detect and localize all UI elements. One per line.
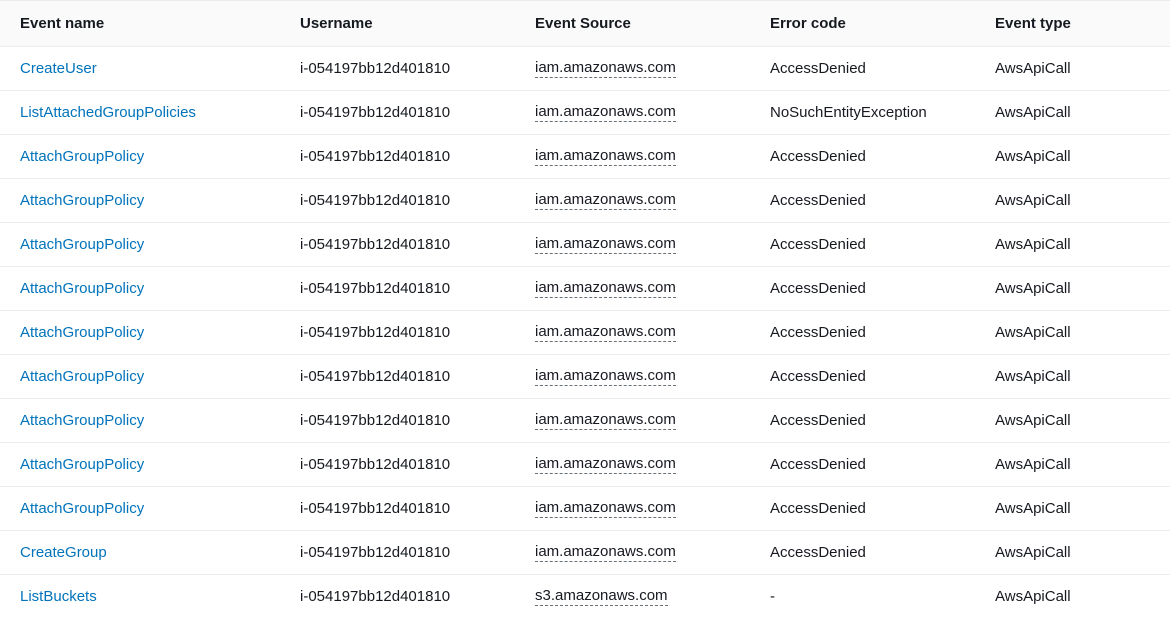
- table-header-row: Event name Username Event Source Error c…: [0, 1, 1170, 47]
- event-type-cell: AwsApiCall: [975, 487, 1170, 531]
- username-cell: i-054197bb12d401810: [280, 443, 515, 487]
- event-name-link[interactable]: AttachGroupPolicy: [20, 368, 144, 385]
- username-cell: i-054197bb12d401810: [280, 399, 515, 443]
- event-type-cell: AwsApiCall: [975, 355, 1170, 399]
- event-type-cell: AwsApiCall: [975, 47, 1170, 91]
- event-name-link[interactable]: AttachGroupPolicy: [20, 280, 144, 297]
- col-header-username[interactable]: Username: [280, 1, 515, 47]
- error-code-cell: AccessDenied: [750, 487, 975, 531]
- col-header-event-name[interactable]: Event name: [0, 1, 280, 47]
- event-source-value[interactable]: iam.amazonaws.com: [535, 499, 676, 518]
- event-name-link[interactable]: AttachGroupPolicy: [20, 456, 144, 473]
- username-cell: i-054197bb12d401810: [280, 487, 515, 531]
- event-name-link[interactable]: CreateUser: [20, 60, 97, 77]
- table-row: ListAttachedGroupPolicies i-054197bb12d40…: [0, 91, 1170, 135]
- event-source-value[interactable]: iam.amazonaws.com: [535, 323, 676, 342]
- event-type-cell: AwsApiCall: [975, 311, 1170, 355]
- username-cell: i-054197bb12d401810: [280, 223, 515, 267]
- error-code-cell: AccessDenied: [750, 47, 975, 91]
- event-source-value[interactable]: iam.amazonaws.com: [535, 411, 676, 430]
- error-code-cell: -: [750, 575, 975, 618]
- event-name-link[interactable]: AttachGroupPolicy: [20, 192, 144, 209]
- username-cell: i-054197bb12d401810: [280, 575, 515, 618]
- username-cell: i-054197bb12d401810: [280, 355, 515, 399]
- event-name-link[interactable]: ListAttachedGroupPolicies: [20, 104, 196, 121]
- event-type-cell: AwsApiCall: [975, 267, 1170, 311]
- table-row: AttachGroupPolicy i-054197bb12d401810 iam.…: [0, 355, 1170, 399]
- table-row: ListBucketsi-054197bb12d401810s3.amazona…: [0, 575, 1170, 618]
- event-type-cell: AwsApiCall: [975, 91, 1170, 135]
- event-source-value[interactable]: iam.amazonaws.com: [535, 279, 676, 298]
- error-code-cell: AccessDenied: [750, 443, 975, 487]
- username-cell: i-054197bb12d401810: [280, 91, 515, 135]
- event-type-cell: AwsApiCall: [975, 399, 1170, 443]
- event-name-link[interactable]: AttachGroupPolicy: [20, 500, 144, 517]
- event-name-link[interactable]: AttachGroupPolicy: [20, 412, 144, 429]
- col-header-event-type[interactable]: Event type: [975, 1, 1170, 47]
- events-table: Event name Username Event Source Error c…: [0, 0, 1170, 618]
- username-cell: i-054197bb12d401810: [280, 267, 515, 311]
- error-code-cell: AccessDenied: [750, 355, 975, 399]
- error-code-cell: AccessDenied: [750, 531, 975, 575]
- col-header-event-source[interactable]: Event Source: [515, 1, 750, 47]
- table-row: AttachGroupPolicy i-054197bb12d401810 iam.…: [0, 443, 1170, 487]
- error-code-cell: AccessDenied: [750, 179, 975, 223]
- event-type-cell: AwsApiCall: [975, 575, 1170, 618]
- username-cell: i-054197bb12d401810: [280, 179, 515, 223]
- event-type-cell: AwsApiCall: [975, 179, 1170, 223]
- col-header-error-code[interactable]: Error code: [750, 1, 975, 47]
- username-cell: i-054197bb12d401810: [280, 531, 515, 575]
- error-code-cell: AccessDenied: [750, 311, 975, 355]
- events-table-wrapper: Event name Username Event Source Error c…: [0, 0, 1170, 618]
- table-row: AttachGroupPolicy i-054197bb12d401810 iam.…: [0, 399, 1170, 443]
- table-row: AttachGroupPolicy i-054197bb12d401810 iam.…: [0, 267, 1170, 311]
- table-row: CreateUser i-054197bb12d401810 iam.amazona…: [0, 47, 1170, 91]
- event-name-link[interactable]: AttachGroupPolicy: [20, 236, 144, 253]
- table-row: AttachGroupPolicy i-054197bb12d401810 iam.…: [0, 311, 1170, 355]
- error-code-cell: AccessDenied: [750, 399, 975, 443]
- event-type-cell: AwsApiCall: [975, 223, 1170, 267]
- event-type-cell: AwsApiCall: [975, 443, 1170, 487]
- event-type-cell: AwsApiCall: [975, 531, 1170, 575]
- error-code-cell: AccessDenied: [750, 267, 975, 311]
- username-cell: i-054197bb12d401810: [280, 135, 515, 179]
- error-code-cell: AccessDenied: [750, 223, 975, 267]
- error-code-cell: NoSuchEntityException: [750, 91, 975, 135]
- event-source-value[interactable]: iam.amazonaws.com: [535, 103, 676, 122]
- event-name-link[interactable]: AttachGroupPolicy: [20, 324, 144, 341]
- event-source-value[interactable]: iam.amazonaws.com: [535, 455, 676, 474]
- table-row: CreateGroup i-054197bb12d401810 iam.amazon…: [0, 531, 1170, 575]
- table-row: AttachGroupPolicy i-054197bb12d401810 iam.…: [0, 135, 1170, 179]
- event-name-link[interactable]: AttachGroupPolicy: [20, 148, 144, 165]
- event-source-value[interactable]: iam.amazonaws.com: [535, 367, 676, 386]
- table-row: AttachGroupPolicy i-054197bb12d401810 iam.…: [0, 179, 1170, 223]
- error-code-cell: AccessDenied: [750, 135, 975, 179]
- table-row: AttachGroupPolicy i-054197bb12d401810 iam.…: [0, 487, 1170, 531]
- event-name-link[interactable]: CreateGroup: [20, 544, 107, 561]
- event-source-value[interactable]: iam.amazonaws.com: [535, 191, 676, 210]
- event-source-value[interactable]: iam.amazonaws.com: [535, 543, 676, 562]
- event-type-cell: AwsApiCall: [975, 135, 1170, 179]
- username-cell: i-054197bb12d401810: [280, 311, 515, 355]
- table-row: AttachGroupPolicy i-054197bb12d401810 iam.…: [0, 223, 1170, 267]
- event-source-value[interactable]: iam.amazonaws.com: [535, 235, 676, 254]
- username-cell: i-054197bb12d401810: [280, 47, 515, 91]
- event-source-value[interactable]: iam.amazonaws.com: [535, 59, 676, 78]
- event-source-value[interactable]: iam.amazonaws.com: [535, 147, 676, 166]
